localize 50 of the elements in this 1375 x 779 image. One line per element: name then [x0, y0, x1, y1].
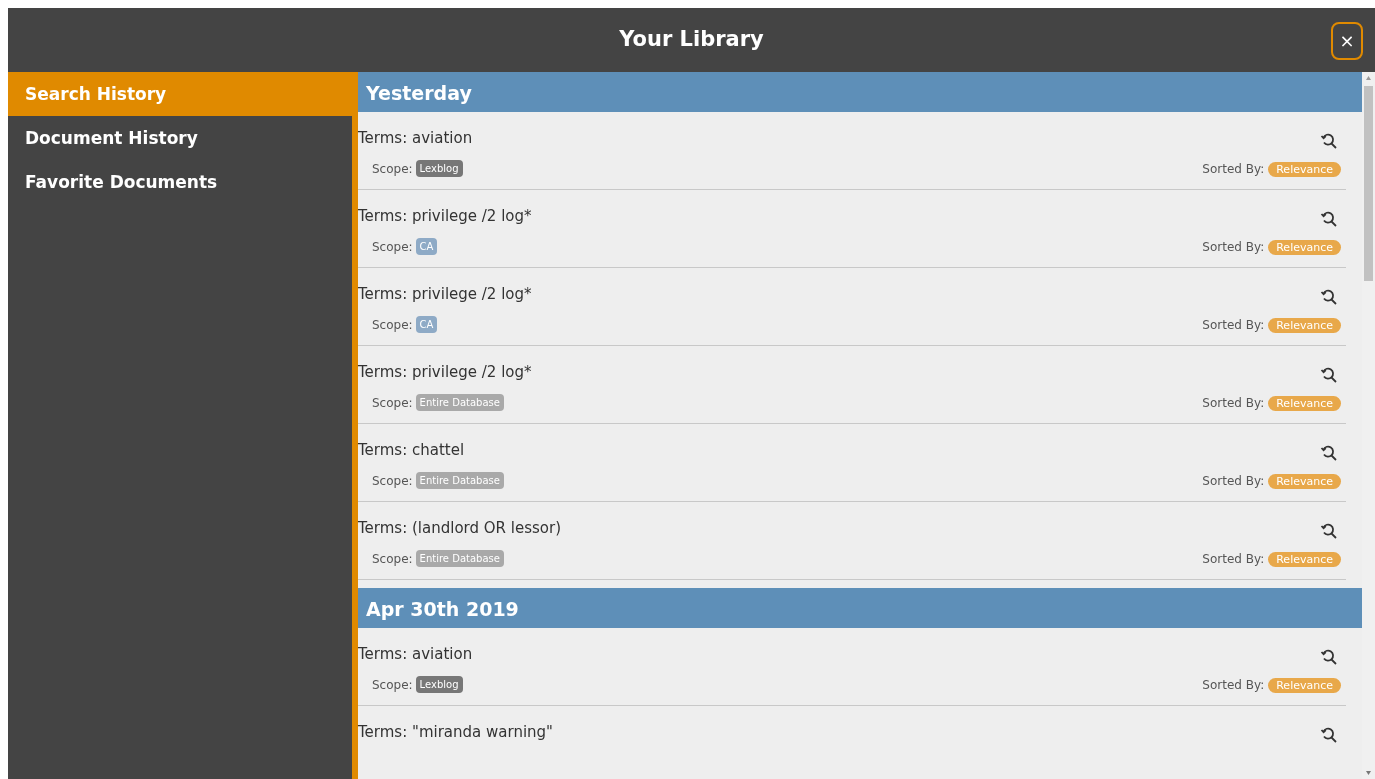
search-terms[interactable]: Terms: privilege /2 log* [358, 205, 532, 228]
scope-tag: Entire Database [415, 394, 504, 411]
scope-label: Scope: [372, 396, 413, 410]
search-icon[interactable] [1320, 132, 1338, 150]
scope-tag: CA [415, 238, 438, 255]
sorted-by-label: Sorted By: [1202, 396, 1265, 410]
search-terms[interactable]: Terms: privilege /2 log* [358, 361, 532, 384]
search-icon[interactable] [1320, 288, 1338, 306]
sorted-by-label: Sorted By: [1202, 552, 1265, 566]
sorted-by-label: Sorted By: [1202, 162, 1265, 176]
scope-tag: Entire Database [415, 472, 504, 489]
scope-tag: CA [415, 316, 438, 333]
search-icon[interactable] [1320, 522, 1338, 540]
scope-tag: Entire Database [415, 550, 504, 567]
sidebar-tab[interactable]: Document History [8, 116, 352, 160]
sort-tag: Relevance [1268, 318, 1341, 333]
scope-label: Scope: [372, 162, 413, 176]
scope-label: Scope: [372, 678, 413, 692]
search-icon[interactable] [1320, 648, 1338, 666]
sort-tag: Relevance [1268, 474, 1341, 489]
sort-tag: Relevance [1268, 240, 1341, 255]
sort-tag: Relevance [1268, 552, 1341, 567]
scope-label: Scope: [372, 240, 413, 254]
date-heading: Apr 30th 2019 [358, 588, 1362, 628]
sidebar-tab[interactable]: Favorite Documents [8, 160, 352, 204]
search-icon[interactable] [1320, 366, 1338, 384]
sort-tag: Relevance [1268, 162, 1341, 177]
sorted-by-label: Sorted By: [1202, 678, 1265, 692]
scope-label: Scope: [372, 552, 413, 566]
search-icon[interactable] [1320, 444, 1338, 462]
search-icon[interactable] [1320, 210, 1338, 228]
search-terms[interactable]: Terms: aviation [358, 127, 473, 150]
scope-tag: Lexblog [415, 676, 463, 693]
sorted-by-label: Sorted By: [1202, 318, 1265, 332]
search-terms[interactable]: Terms: aviation [358, 643, 473, 666]
sorted-by-label: Sorted By: [1202, 474, 1265, 488]
sorted-by-label: Sorted By: [1202, 240, 1265, 254]
search-terms[interactable]: Terms: privilege /2 log* [358, 283, 532, 306]
search-icon[interactable] [1320, 726, 1338, 744]
search-terms[interactable]: Terms: (landlord OR lessor) [358, 517, 561, 540]
date-heading: Yesterday [358, 72, 1362, 112]
search-terms[interactable]: Terms: chattel [358, 439, 465, 462]
window-title: Your Library [619, 26, 764, 54]
scope-tag: Lexblog [415, 160, 463, 177]
scope-label: Scope: [372, 318, 413, 332]
scope-label: Scope: [372, 474, 413, 488]
sort-tag: Relevance [1268, 678, 1341, 693]
close-button[interactable]: × [1331, 22, 1363, 60]
sort-tag: Relevance [1268, 396, 1341, 411]
search-terms[interactable]: Terms: "miranda warning" [358, 721, 553, 744]
